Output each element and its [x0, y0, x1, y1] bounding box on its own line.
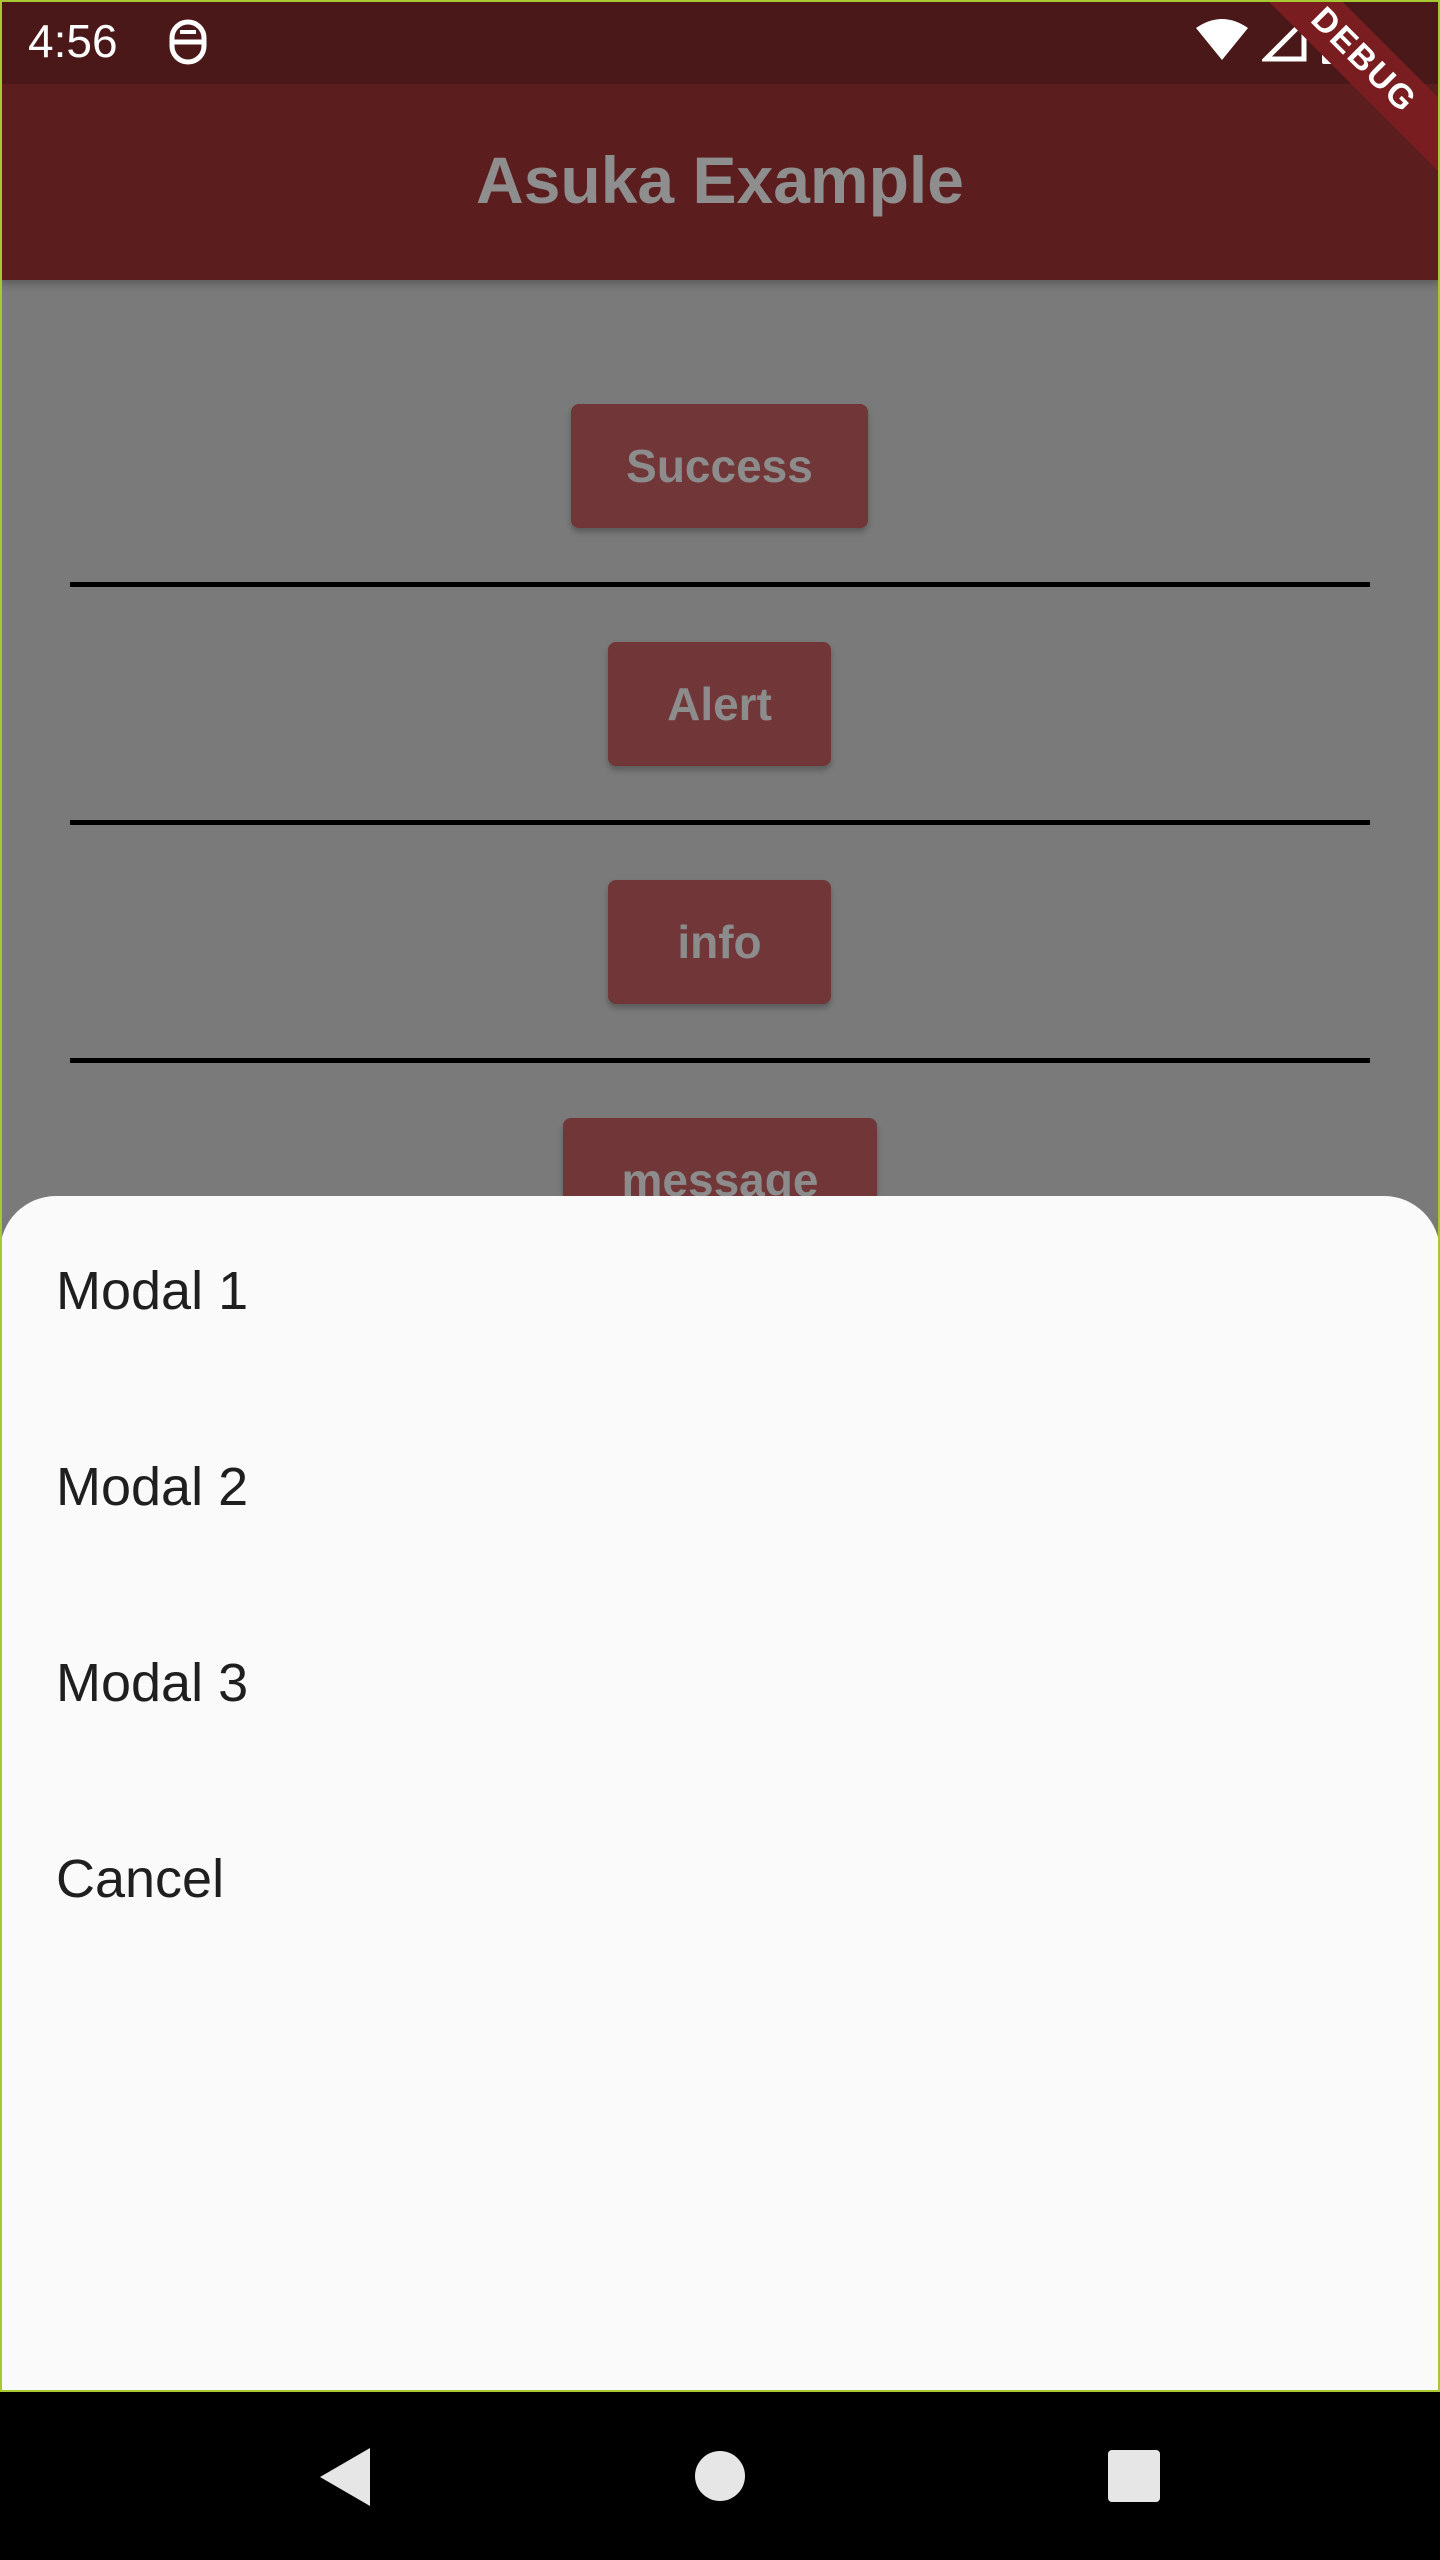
status-time: 4:56 — [28, 15, 118, 67]
wifi-icon — [1194, 18, 1250, 67]
divider — [70, 582, 1370, 587]
divider — [70, 1058, 1370, 1063]
divider — [70, 820, 1370, 825]
recents-icon[interactable] — [1108, 2450, 1160, 2507]
sheet-item-modal-3[interactable]: Modal 3 — [56, 1652, 248, 1714]
app-screen: 4:56 Asuka Example DEBUG Success Alert i… — [0, 0, 1440, 2392]
app-title: Asuka Example — [476, 143, 964, 217]
app-bar: Asuka Example — [0, 84, 1440, 280]
bottom-sheet: Modal 1 Modal 2 Modal 3 Cancel — [0, 1196, 1440, 2392]
notification-icon — [166, 18, 210, 66]
sheet-item-modal-1[interactable]: Modal 1 — [56, 1260, 248, 1322]
alert-button[interactable]: Alert — [608, 642, 831, 766]
success-button[interactable]: Success — [571, 404, 868, 528]
back-icon[interactable] — [318, 2446, 374, 2513]
sheet-item-modal-2[interactable]: Modal 2 — [56, 1456, 248, 1518]
home-icon[interactable] — [694, 2450, 746, 2507]
navigation-bar — [0, 2392, 1440, 2560]
status-bar: 4:56 — [0, 0, 1440, 84]
sheet-item-cancel[interactable]: Cancel — [56, 1848, 224, 1910]
info-button[interactable]: info — [608, 880, 831, 1004]
